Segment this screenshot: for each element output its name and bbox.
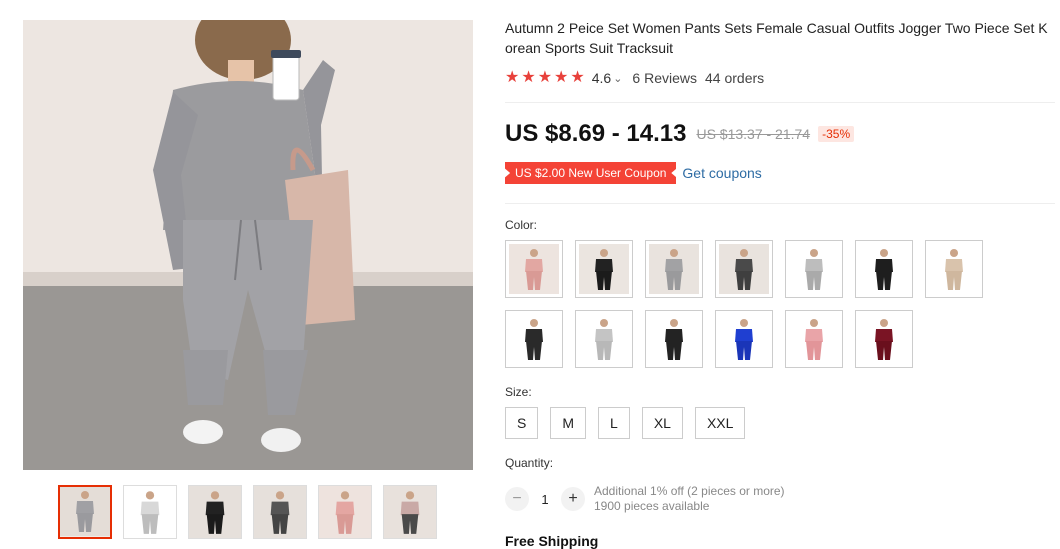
color-options (505, 240, 983, 368)
star-icon: ★ (537, 69, 553, 86)
color-option-blue[interactable] (715, 310, 773, 368)
model-illustration (23, 20, 473, 470)
color-option-light-grey-tank[interactable] (575, 310, 633, 368)
minus-icon[interactable]: − (505, 487, 529, 511)
thumbnail-pink-set[interactable] (318, 485, 372, 539)
color-option-pink-tee[interactable] (785, 310, 843, 368)
bulk-discount-text: Additional 1% off (2 pieces or more) (594, 484, 785, 498)
size-option-l[interactable]: L (598, 407, 630, 439)
divider (505, 203, 1055, 204)
price-row: US $8.69 - 14.13 US $13.37 - 21.74 -35% (505, 120, 855, 148)
color-option-black[interactable] (575, 240, 633, 298)
star-icon: ★ (505, 69, 520, 86)
thumbnail-size-chart[interactable] (123, 485, 177, 539)
color-option-grey[interactable] (645, 240, 703, 298)
divider (505, 102, 1055, 103)
original-price: US $13.37 - 21.74 (696, 126, 811, 142)
get-coupons-link[interactable]: Get coupons (682, 165, 761, 181)
free-shipping-label: Free Shipping (505, 533, 599, 549)
rating-value[interactable]: 4.6 (592, 70, 611, 86)
main-product-image[interactable] (23, 20, 473, 470)
thumbnail-grey-set[interactable] (58, 485, 112, 539)
quantity-input[interactable] (529, 491, 561, 507)
product-info: Autumn 2 Peice Set Women Pants Sets Fema… (505, 18, 1055, 88)
color-option-light-grey-short-sleeve[interactable] (785, 240, 843, 298)
product-title: Autumn 2 Peice Set Women Pants Sets Fema… (505, 20, 1048, 56)
color-option-pink[interactable] (505, 240, 563, 298)
quantity-note: Additional 1% off (2 pieces or more) 190… (594, 484, 785, 514)
availability-text: 1900 pieces available (594, 499, 710, 513)
color-option-black-tank[interactable] (645, 310, 703, 368)
discount-badge: -35% (818, 126, 855, 142)
current-price: US $8.69 - 14.13 (505, 120, 687, 147)
color-label: Color: (505, 218, 538, 232)
reviews-link[interactable]: 6 Reviews (632, 70, 697, 86)
quantity-stepper: − + Additional 1% off (2 pieces or more)… (505, 484, 785, 514)
thumbnail-mixed-set[interactable] (383, 485, 437, 539)
new-user-coupon[interactable]: US $2.00 New User Coupon (505, 162, 677, 184)
coupon-row: US $2.00 New User Coupon Get coupons (505, 162, 762, 184)
chevron-down-icon[interactable]: ⌄ (613, 72, 622, 85)
color-option-black-short-sleeve[interactable] (855, 240, 913, 298)
thumbnail-dark-grey-set[interactable] (253, 485, 307, 539)
star-icon: ★ (521, 69, 536, 86)
thumbnail-strip (58, 485, 437, 539)
rating-row: ★ ★ ★ ★ ★ 4.6 ⌄ 6 Reviews 44 orders (505, 68, 1055, 88)
size-option-s[interactable]: S (505, 407, 539, 439)
quantity-label: Quantity: (505, 456, 554, 470)
size-options: S M L XL XXL (505, 407, 746, 439)
size-option-xxl[interactable]: XXL (694, 407, 746, 439)
color-option-dark-grey[interactable] (715, 240, 773, 298)
color-option-burgundy[interactable] (855, 310, 913, 368)
color-option-black-tee[interactable] (505, 310, 563, 368)
color-option-khaki[interactable] (925, 240, 983, 298)
thumbnail-black-set[interactable] (188, 485, 242, 539)
size-option-xl[interactable]: XL (641, 407, 683, 439)
star-icon: ★ (570, 69, 585, 86)
plus-icon[interactable]: + (561, 487, 585, 511)
star-icon: ★ (554, 69, 569, 86)
size-label: Size: (505, 385, 532, 399)
size-option-m[interactable]: M (550, 407, 587, 439)
rating-stars: ★ ★ ★ ★ ★ (505, 70, 585, 86)
orders-count: 44 orders (705, 70, 765, 86)
